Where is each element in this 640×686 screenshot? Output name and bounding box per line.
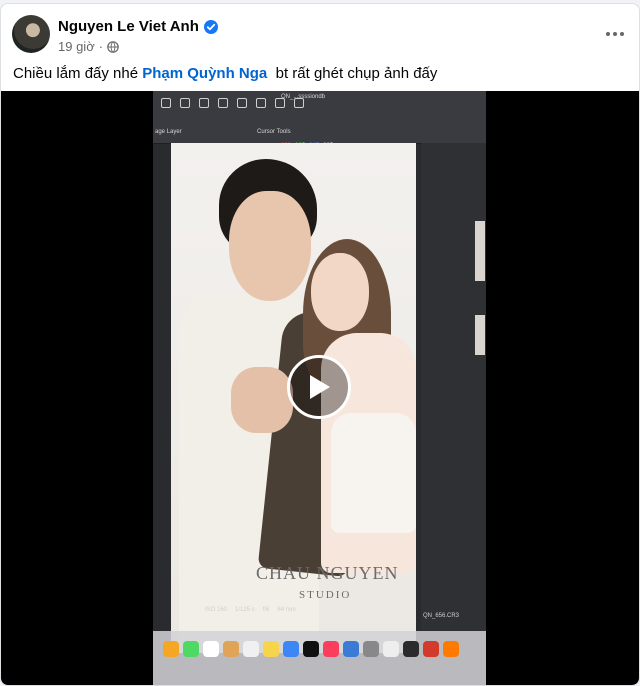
brush-tool-icon <box>199 98 209 108</box>
post-text-start: Chiều lắm đấy nhé <box>13 65 143 82</box>
more-options-icon[interactable] <box>605 24 625 44</box>
pen-tool-icon <box>218 98 228 108</box>
verified-badge-icon <box>203 19 218 34</box>
studio-watermark-sub: STUDIO <box>299 589 352 601</box>
mac-dock <box>153 631 486 685</box>
post-timestamp[interactable]: 19 giờ <box>58 39 95 54</box>
photos-app-icon <box>163 641 179 657</box>
app-store-icon <box>343 641 359 657</box>
post-card: Nguyen Le Viet Anh 19 giờ · Chiều lắm đấ… <box>0 3 640 686</box>
messages-app-icon <box>183 641 199 657</box>
calendar-app-icon <box>203 641 219 657</box>
thumbnail <box>475 315 485 355</box>
exif-aperture: f/6 <box>262 607 270 613</box>
tagged-user-link[interactable]: Phạm Quỳnh Nga <box>142 65 267 82</box>
reminders-app-icon <box>243 641 259 657</box>
post-meta: 19 giờ · <box>58 39 119 54</box>
screen-filename: QN_...ssssiondb <box>281 94 326 100</box>
globe-icon[interactable] <box>107 40 119 53</box>
screen-cursor-label: Cursor Tools <box>257 129 291 135</box>
editor-toolbar: QN_...ssssiondb age Layer Cursor Tools <box>153 91 486 144</box>
photoshop-app-icon <box>423 641 439 657</box>
exif-shutter: 1/125 s <box>235 607 255 613</box>
photo-hands <box>231 367 293 433</box>
author-avatar[interactable] <box>12 15 50 53</box>
video-player[interactable]: QN_...ssssiondb age Layer Cursor Tools 2… <box>1 91 639 685</box>
eraser-tool-icon <box>256 98 266 108</box>
meta-separator: · <box>98 39 104 54</box>
thumbnail <box>475 221 485 281</box>
editor-right-panel: QN_656.CR3 <box>421 143 486 653</box>
stickies-app-icon <box>263 641 279 657</box>
author-row: Nguyen Le Viet Anh <box>58 18 218 35</box>
heal-tool-icon <box>237 98 247 108</box>
photo-man-face <box>229 191 311 301</box>
studio-watermark: CHAU NGUYEN <box>256 563 399 583</box>
photo-woman-top <box>331 413 416 533</box>
settings-app-icon <box>363 641 379 657</box>
exif-iso: ISO 160 <box>205 607 228 613</box>
select-tool-icon <box>161 98 171 108</box>
music-app-icon <box>323 641 339 657</box>
capture-app-icon <box>383 641 399 657</box>
dock-icons <box>163 641 459 657</box>
exif-bar: ISO 160 1/125 s f/6 84 mm <box>205 607 296 613</box>
screen-layer-label: age Layer <box>155 129 182 135</box>
finder-app-icon <box>283 641 299 657</box>
notes-app-icon <box>223 641 239 657</box>
zalo-app-icon <box>443 641 459 657</box>
play-icon[interactable] <box>287 355 351 419</box>
photo-woman-face <box>311 253 369 331</box>
author-name[interactable]: Nguyen Le Viet Anh <box>58 18 199 35</box>
tv-app-icon <box>303 641 319 657</box>
crop-tool-icon <box>180 98 190 108</box>
post-text-end: bt rất ghét chụp ảnh đấy <box>267 65 438 82</box>
screen-file-label: QN_656.CR3 <box>423 613 460 619</box>
exif-focal: 84 mm <box>277 607 296 613</box>
lightroom-app-icon <box>403 641 419 657</box>
post-text: Chiều lắm đấy nhé Phạm Quỳnh Nga bt rất … <box>13 65 437 82</box>
